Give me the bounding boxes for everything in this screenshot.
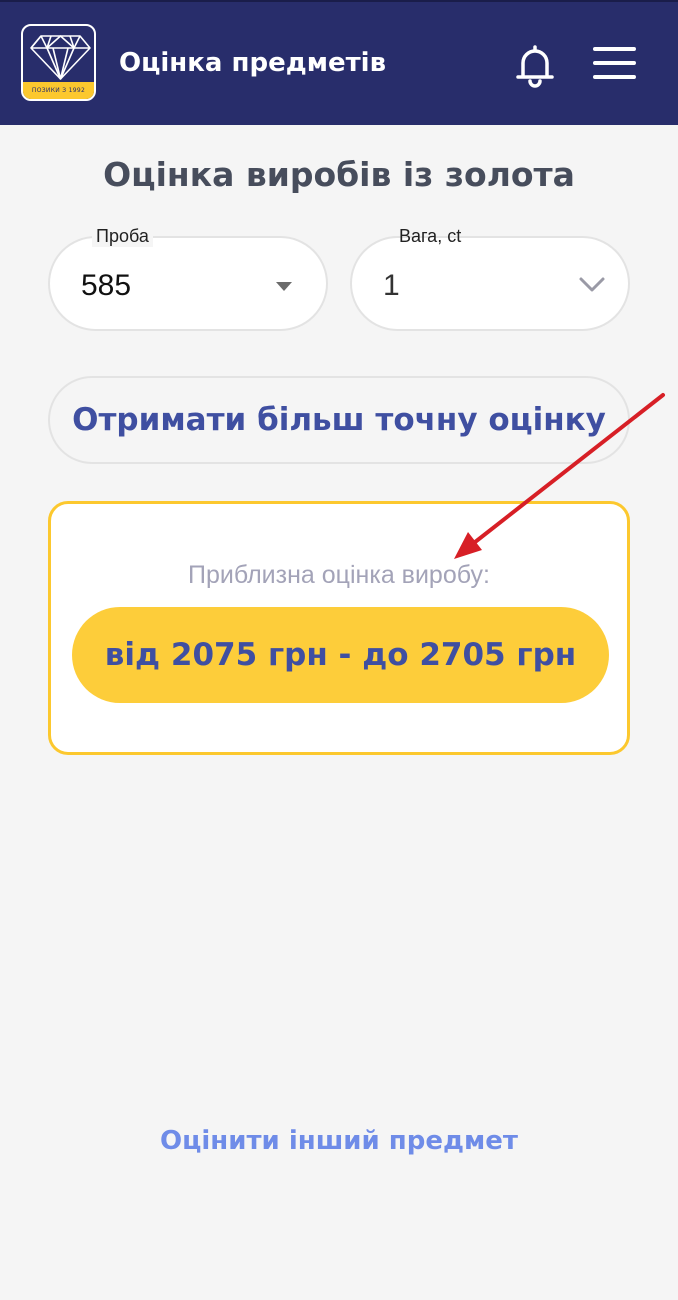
get-accurate-estimate-button[interactable]: Отримати більш точну оцінку [48, 376, 630, 464]
weight-value: 1 [383, 269, 400, 302]
diamond-logo-icon [30, 35, 91, 80]
weight-select[interactable]: Вага, ct 1 [350, 226, 630, 331]
main-menu-button[interactable] [592, 45, 638, 81]
weight-label: Вага, ct [399, 226, 462, 246]
estimate-result-value: від 2075 грн - до 2705 грн [72, 607, 609, 703]
probe-select[interactable]: Проба 585 [48, 225, 328, 331]
logo-strip-text: ПОЗИКИ З 1992 [23, 82, 94, 99]
app-header: ПОЗИКИ З 1992 Оцінка предметів [0, 0, 678, 125]
notifications-button[interactable] [512, 42, 558, 88]
probe-label: Проба [92, 225, 153, 247]
brand-logo[interactable]: ПОЗИКИ З 1992 [21, 24, 96, 101]
app-page: ПОЗИКИ З 1992 Оцінка предметів Оцінка ви… [0, 0, 678, 1300]
estimate-result-card: Приблизна оцінка виробу: від 2075 грн - … [48, 501, 630, 755]
evaluate-other-item-link[interactable]: Оцінити інший предмет [0, 1124, 678, 1158]
caret-down-icon [276, 282, 292, 291]
hamburger-menu-icon [593, 47, 636, 79]
chevron-down-icon [579, 277, 605, 292]
page-title: Оцінка виробів із золота [103, 155, 575, 194]
estimate-result-label: Приблизна оцінка виробу: [188, 561, 490, 589]
bell-icon [516, 45, 554, 88]
app-title: Оцінка предметів [119, 48, 387, 78]
probe-value: 585 [81, 269, 132, 302]
